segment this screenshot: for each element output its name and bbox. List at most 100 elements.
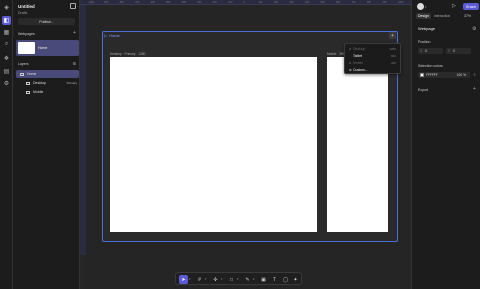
tab-interaction[interactable]: Interaction [432,13,452,19]
position-x-field[interactable]: X 0 [418,48,443,54]
target-icon[interactable]: ⊹ [473,72,476,77]
search-icon[interactable]: ⌕ [2,40,11,49]
position-y-value: 0 [453,49,455,53]
chevron-down-icon[interactable]: ▾ [237,277,239,281]
chevron-down-icon[interactable]: ▾ [205,277,207,281]
ruler-tick-label: 700 [351,1,356,4]
color-hex: FFFFFF [426,73,438,77]
layer-label: Mobile [33,90,44,94]
assets-icon[interactable]: ▦ [2,28,11,37]
ruler-tick-label: -500 [165,1,171,4]
move-tool-icon[interactable]: ➤ [179,275,188,284]
ai-tool-icon[interactable]: ✦ [291,275,300,284]
layer-row-home[interactable]: Home [16,70,79,78]
settings-icon[interactable]: ⚙ [2,79,11,88]
color-field[interactable]: FFFFFF 100 % [418,72,470,78]
menu-item-mobile[interactable]: ✓ Mobile 390 [349,60,399,66]
add-webpage-icon[interactable]: + [73,31,76,36]
design-mode-icon[interactable]: ◧ [2,16,11,25]
play-icon[interactable]: ▷ [452,3,456,9]
frame-icon [20,72,24,76]
tab-design[interactable]: Design [416,13,431,19]
breakpoint-label-mobile[interactable]: Mobile · 390 [327,52,345,56]
project-name[interactable]: Untitled [18,4,35,9]
position-label: Position [418,40,431,44]
ruler-tick-label: 900 [382,1,387,4]
ruler-tick-label: -400 [181,1,186,4]
left-panel: Untitled Drafts Publish... Webpages + Ho… [13,0,80,289]
menu-item-tablet[interactable]: Tablet 800 [349,53,399,59]
chevron-down-icon[interactable]: ▾ [189,277,191,281]
section-title: Webpage [418,26,436,31]
menu-item-custom[interactable]: ⚙ Custom... [349,67,399,73]
tool-rail: ◈ ◧ ▦ ⌕ ❖ ▤ ⚙ [0,0,13,289]
share-button[interactable]: Share [463,3,479,10]
selection-colors-label: Selection colors [418,64,443,68]
export-label: Export [418,88,429,92]
menu-item-width: 1280 [389,47,396,51]
webpages-title: Webpages [18,32,35,36]
ruler-tick-label: -300 [196,1,202,4]
play-icon: ▷ [104,33,108,38]
pen-tool-icon[interactable]: ✎ [243,275,252,284]
breakpoint-menu: ✓ Desktop 1280 Tablet 800 ✓ Mobile 390 ⚙… [344,43,401,74]
menu-item-label: Desktop [353,47,366,51]
position-y-field[interactable]: Y 0 [446,48,471,54]
menu-item-width: 800 [390,54,396,58]
image-tool-icon[interactable]: ▣ [259,275,268,284]
chevron-down-icon[interactable]: ▾ [253,277,255,281]
desktop-breakpoint-page[interactable] [110,57,317,232]
x-axis-label: X [420,49,423,53]
ruler-tick-label: 400 [305,1,309,4]
zoom-level[interactable]: 37% [464,14,471,18]
color-opacity-unit: % [463,73,466,77]
layer-row-mobile[interactable]: Mobile [16,88,79,96]
avatar[interactable] [417,3,424,10]
ruler-tick-label: -200 [212,1,217,4]
menu-item-width: 390 [390,61,396,65]
components-icon[interactable]: ❖ [2,54,11,63]
layout-tool-icon[interactable]: ✣ [211,275,220,284]
main-menu-icon[interactable]: ◈ [2,3,11,12]
gear-icon[interactable]: ⚙ [472,26,476,32]
ruler-tick-label: 100 [258,1,263,4]
ruler-tick-label: 800 [367,1,371,4]
chevron-down-icon[interactable]: ▾ [425,5,427,9]
webpage-item[interactable]: Home [16,40,79,56]
frame-title-label: Home [109,33,120,38]
menu-item-label: Custom... [353,68,368,72]
library-icon[interactable]: ▤ [2,67,11,76]
add-breakpoint-button[interactable]: + [389,32,396,39]
comment-tool-icon[interactable]: ◯ [281,275,290,284]
ruler-tick-label: -700 [134,1,140,4]
rectangle-tool-icon[interactable]: □ [227,275,236,284]
ruler-tick-label: -1000 [88,1,95,4]
ruler-tick-label: -800 [119,1,124,4]
breakpoint-icon [26,81,30,85]
layers-options-icon[interactable]: ⊞ [73,61,76,66]
color-opacity: 100 [456,73,462,77]
webpage-label: Home [38,46,48,50]
ruler-tick-label: -900 [103,1,109,4]
position-x-value: 0 [425,49,427,53]
menu-item-label: Tablet [353,54,363,58]
project-location[interactable]: Drafts [18,11,27,15]
ruler-tick-label: 1000 [398,1,404,4]
frame-tool-icon[interactable]: # [195,275,204,284]
frame-title[interactable]: ▷ Home [104,33,120,38]
toggle-panel-icon[interactable] [70,3,76,9]
y-axis-label: Y [448,49,451,53]
right-panel: ▾ ▷ Share Design Interaction 37% Webpage… [411,0,480,289]
menu-item-desktop[interactable]: ✓ Desktop 1280 [349,46,399,52]
ruler-tick-label: 0 [243,1,245,4]
add-export-icon[interactable]: + [473,87,476,92]
layer-row-desktop[interactable]: Desktop Primary [16,79,79,87]
text-tool-icon[interactable]: T [270,275,279,284]
menu-item-label: Mobile [353,61,363,65]
publish-button[interactable]: Publish... [18,18,75,25]
mobile-breakpoint-page[interactable] [327,57,388,232]
layer-label: Home [27,72,37,76]
breakpoint-label-desktop[interactable]: Desktop · Primary · 1280 [110,52,145,56]
color-swatch[interactable] [420,73,424,77]
chevron-down-icon[interactable]: ▾ [221,277,223,281]
